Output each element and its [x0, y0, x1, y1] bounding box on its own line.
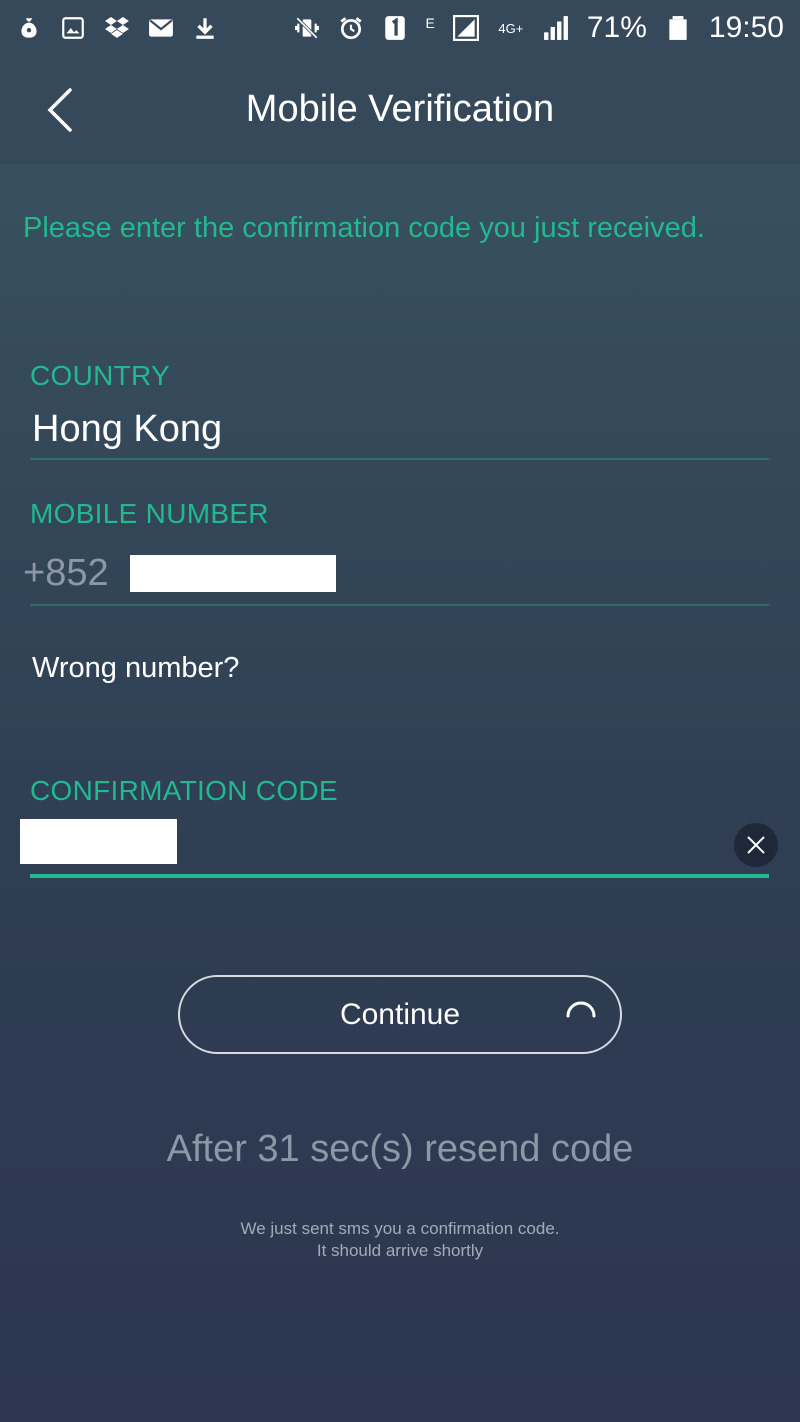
money-bag-icon: [16, 15, 42, 41]
mobile-number-label: MOBILE NUMBER: [30, 498, 269, 529]
sms-note-line-1: We just sent sms you a confirmation code…: [240, 1219, 560, 1238]
sms-note-line-2: It should arrive shortly: [316, 1241, 484, 1260]
country-code-prefix: +852: [23, 552, 109, 594]
confirmation-code-input[interactable]: [20, 819, 177, 864]
status-left: [16, 15, 218, 41]
country-underline: [30, 458, 769, 460]
country-field[interactable]: Hong Kong: [32, 408, 222, 451]
gallery-icon: [60, 15, 86, 41]
mobile-number-field[interactable]: [130, 555, 336, 592]
sim-1-icon: [382, 15, 408, 41]
instruction-text: Please enter the confirmation code you j…: [23, 212, 705, 244]
lte-label: 4G+: [498, 20, 524, 36]
download-icon: [192, 15, 218, 41]
loading-spinner-icon: [566, 1001, 596, 1018]
status-bar: E 4G+ 71% 19:50: [0, 0, 800, 56]
mail-icon: [148, 15, 174, 41]
dropbox-icon: [104, 15, 130, 41]
alarm-icon: [338, 15, 364, 41]
resend-code-text: After 31 sec(s) resend code: [166, 1128, 634, 1170]
app-bar: Mobile Verification: [0, 56, 800, 164]
signal-box-icon: [452, 15, 479, 41]
continue-button[interactable]: Continue: [178, 975, 622, 1054]
vibrate-mute-icon: [294, 15, 320, 41]
wrong-number-link[interactable]: Wrong number?: [32, 652, 239, 685]
confirmation-underline: [30, 874, 769, 878]
clock: 19:50: [708, 11, 784, 44]
status-right: E 4G+ 71% 19:50: [294, 11, 784, 45]
continue-label: Continue: [339, 997, 461, 1031]
mobile-underline: [30, 604, 769, 606]
network-e-label: E: [425, 15, 435, 31]
close-icon: [747, 836, 765, 854]
clear-code-button[interactable]: [734, 823, 778, 867]
page-title: Mobile Verification: [245, 88, 555, 130]
country-label: COUNTRY: [30, 360, 171, 391]
signal-icon: [543, 15, 569, 41]
sms-note: We just sent sms you a confirmation code…: [0, 1218, 800, 1262]
battery-percent: 71%: [586, 11, 647, 44]
battery-icon: [665, 15, 691, 41]
page: E 4G+ 71% 19:50 Mobile Verification Plea…: [0, 0, 800, 1422]
confirmation-code-label: CONFIRMATION CODE: [30, 775, 338, 806]
